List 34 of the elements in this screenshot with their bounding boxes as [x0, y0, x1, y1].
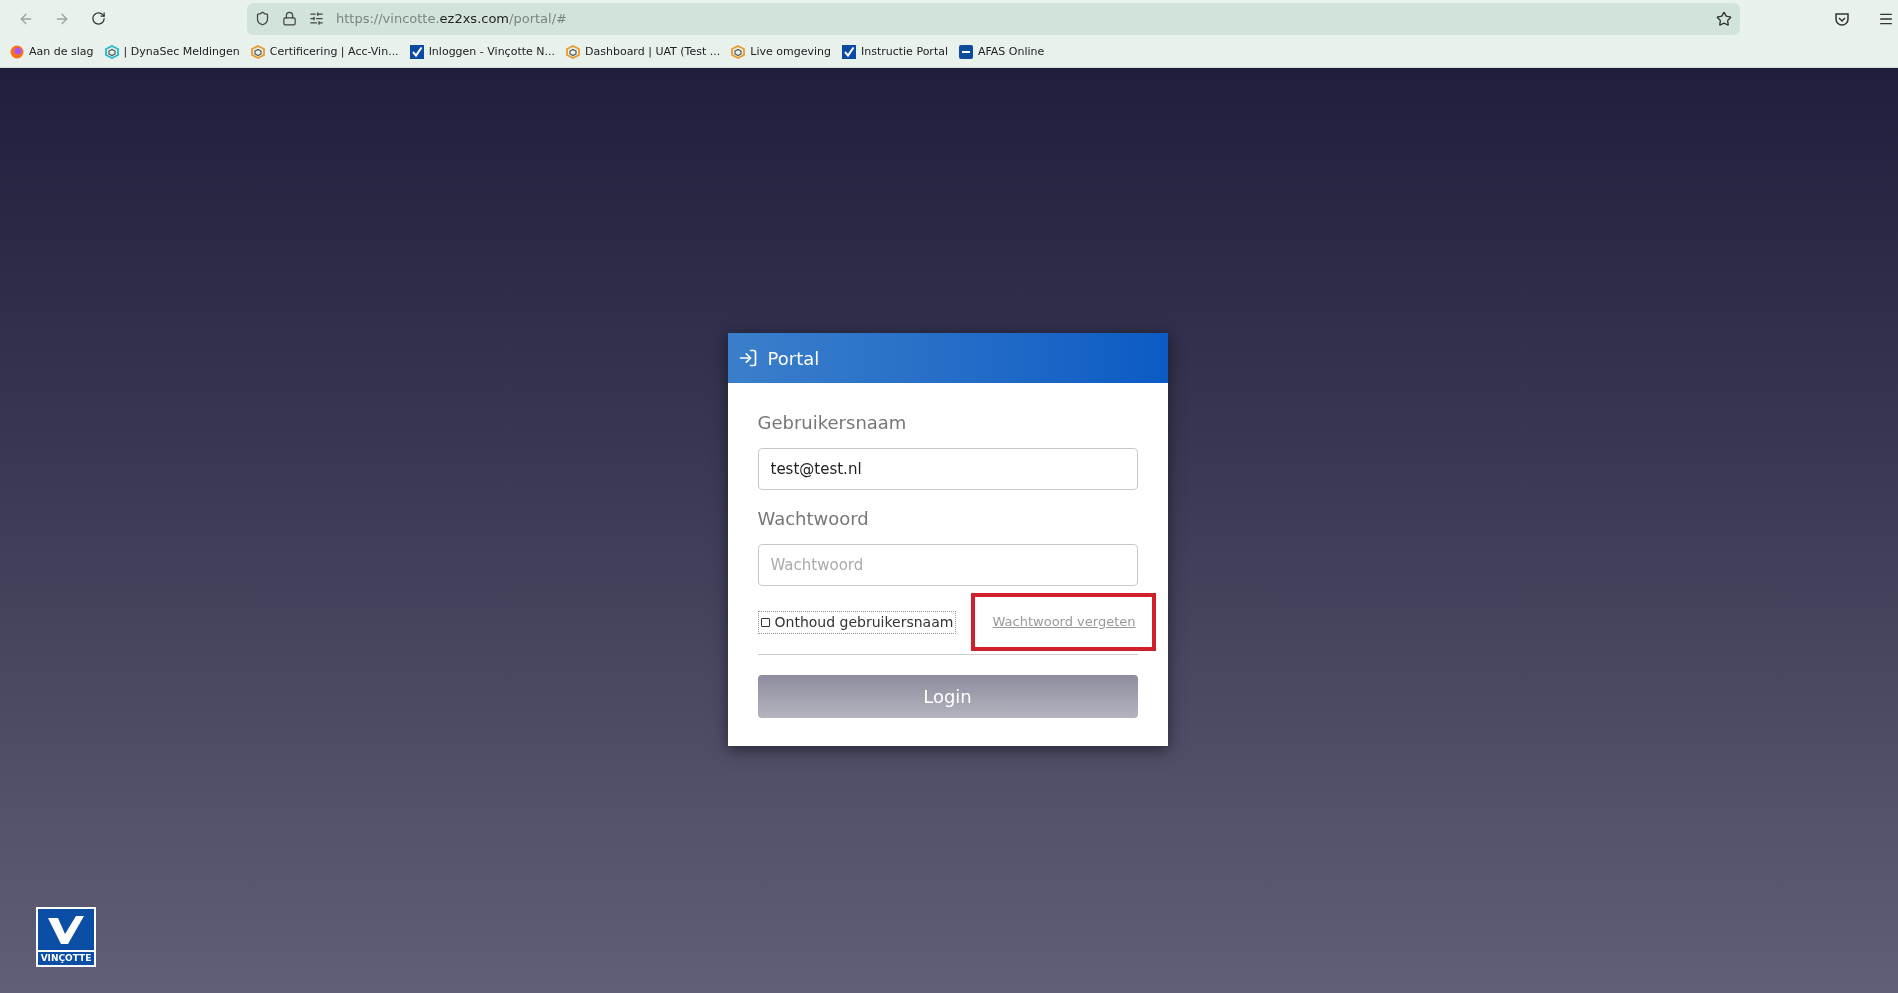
cube-icon	[250, 45, 265, 59]
globe-icon	[10, 45, 24, 59]
url-text: https://vincotte.ez2xs.com/portal/#	[336, 9, 567, 28]
username-field[interactable]: test@test.nl	[757, 448, 1138, 490]
bookmark-item[interactable]: Aan de slag	[10, 43, 94, 61]
bookmark-item[interactable]: Dashboard | UAT (Test ...	[566, 43, 721, 61]
logo-text: VINÇOTTE	[38, 952, 94, 965]
password-label: Wachtwoord	[757, 507, 870, 531]
bookmark-item[interactable]: Live omgeving	[731, 43, 831, 61]
checkbox-square[interactable]	[760, 617, 770, 627]
address-bar[interactable]: https://vincotte.ez2xs.com/portal/#	[247, 2, 1740, 35]
bookmark-item[interactable]: | DynaSec Meldingen	[104, 43, 240, 61]
login-icon	[737, 348, 758, 368]
remember-checkbox[interactable]: Onthoud gebruikersnaam	[757, 610, 957, 634]
cube-icon	[566, 45, 580, 59]
cube-icon	[104, 45, 119, 59]
shield-icon	[255, 11, 270, 26]
checkmark-icon	[409, 45, 424, 59]
password-field[interactable]: Wachtwoord	[757, 544, 1138, 586]
app-icon	[959, 45, 973, 59]
bookmark-item[interactable]: Instructie Portal	[841, 43, 948, 61]
bookmark-item[interactable]: Inloggen - Vinçotte N...	[409, 43, 555, 61]
pocket-icon[interactable]	[1834, 10, 1850, 27]
lock-icon	[282, 11, 297, 26]
checkmark-icon	[841, 45, 856, 59]
reload-icon	[90, 11, 106, 26]
bookmark-item[interactable]: Certificering | Acc-Vin...	[250, 43, 399, 61]
username-label: Gebruikersnaam	[757, 411, 908, 435]
bookmark-item[interactable]: AFAS Online	[959, 43, 1045, 61]
checkmark-icon	[46, 913, 86, 946]
card-title: Portal	[767, 346, 820, 371]
cube-icon	[731, 45, 746, 59]
bookmark-star-icon[interactable]	[1716, 10, 1732, 27]
permissions-icon	[309, 11, 324, 26]
